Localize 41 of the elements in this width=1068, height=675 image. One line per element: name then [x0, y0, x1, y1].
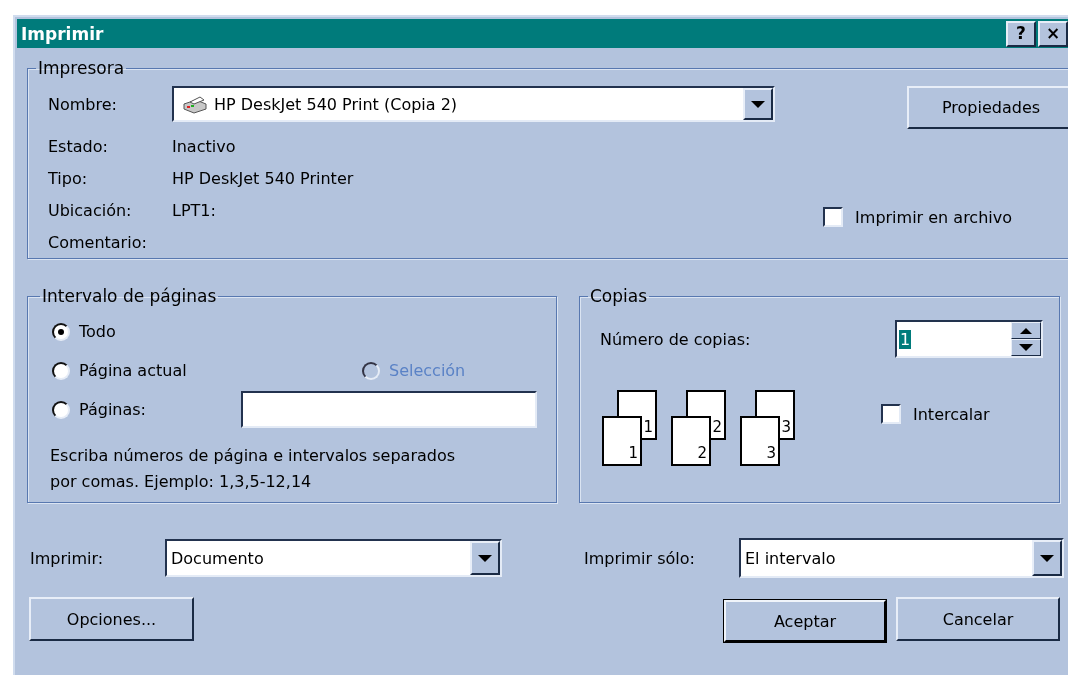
pages-input-field[interactable]: [241, 391, 537, 428]
print-dropdown[interactable]: Documento: [165, 539, 502, 577]
group-title: Copias: [589, 286, 649, 306]
print-label: Imprimir:: [29, 548, 105, 568]
name-label: Nombre:: [48, 94, 118, 114]
dialog-button[interactable]: Aceptar: [723, 599, 887, 643]
info-label: Estado:: [48, 136, 109, 156]
help-button[interactable]: ?: [1006, 20, 1036, 47]
info-value: HP DeskJet 540 Printer: [172, 168, 354, 188]
info-label: Comentario:: [48, 232, 148, 252]
copies-label: Número de copias:: [600, 329, 751, 349]
copies-spin-field[interactable]: 1: [895, 320, 1043, 358]
hint-text: Escriba números de página e intervalos separados por comas. Ejemplo: 1,3,5-12,14: [50, 445, 457, 493]
group-title: Impresora: [37, 58, 126, 78]
radio-label: Selección: [389, 361, 466, 380]
radio-button[interactable]: [52, 322, 70, 341]
dialog-button[interactable]: Cancelar: [896, 597, 1060, 641]
radio-label: Páginas:: [79, 400, 146, 419]
spin-down-icon[interactable]: [1011, 339, 1041, 356]
window-title: Imprimir: [20, 23, 104, 44]
checkbox[interactable]: [823, 207, 844, 227]
checkbox-label: Intercalar: [913, 404, 990, 424]
print-only-dropdown[interactable]: El intervalo: [739, 538, 1064, 578]
info-label: Ubicación:: [48, 200, 133, 220]
printer-icon: [182, 94, 208, 114]
radio-button[interactable]: [52, 361, 70, 380]
spin-up-icon[interactable]: [1011, 322, 1041, 339]
info-value: Inactivo: [172, 136, 236, 156]
dialog-button[interactable]: Opciones...: [29, 597, 194, 641]
group-title: Intervalo de páginas: [41, 286, 218, 306]
close-button[interactable]: ×: [1038, 20, 1068, 47]
info-value: LPT1:: [172, 200, 216, 220]
checkbox[interactable]: [881, 404, 901, 424]
radio-button[interactable]: [52, 400, 70, 419]
print-only-label: Imprimir sólo:: [584, 548, 696, 568]
printer-dropdown[interactable]: HP DeskJet 540 Print (Copia 2): [172, 86, 775, 122]
radio-label: Todo: [79, 322, 116, 341]
checkbox-label: Imprimir en archivo: [855, 207, 1012, 227]
info-label: Tipo:: [48, 168, 89, 188]
radio-label: Página actual: [79, 361, 187, 380]
properties-button[interactable]: Propiedades: [907, 86, 1068, 129]
